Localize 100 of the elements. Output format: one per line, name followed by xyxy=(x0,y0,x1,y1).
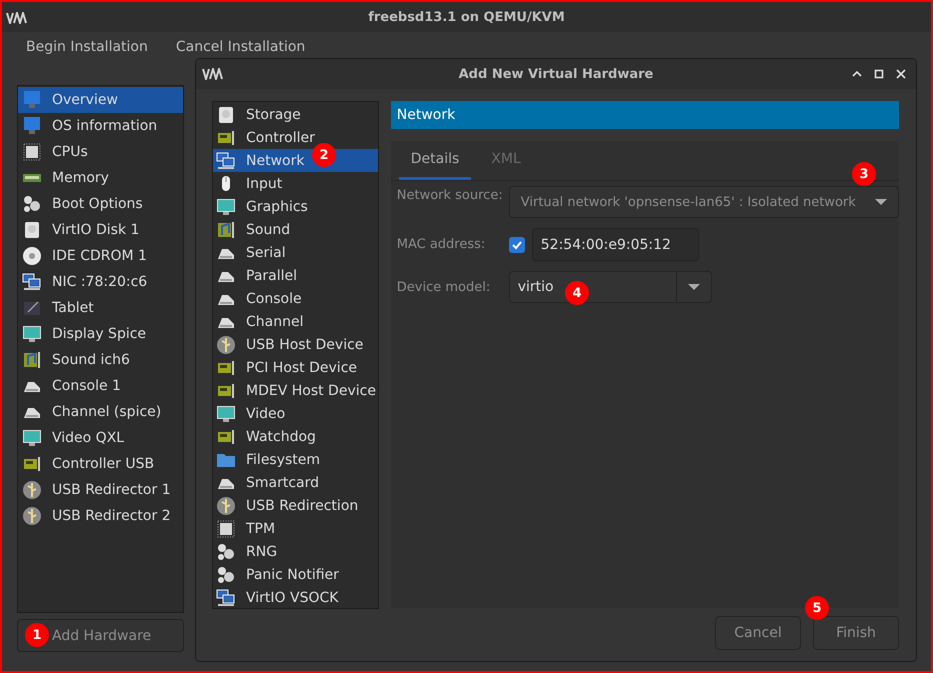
monitor-icon xyxy=(216,404,236,424)
dialog-title: Add New Virtual Hardware xyxy=(458,66,654,82)
hardware-type-label: PCI Host Device xyxy=(246,360,358,376)
hardware-type-label: Channel xyxy=(246,314,304,330)
hardware-type-label: VirtIO VSOCK xyxy=(246,590,338,606)
hardware-label: NIC :78:20:c6 xyxy=(52,274,148,290)
hardware-label: VirtIO Disk 1 xyxy=(52,222,140,238)
hardware-type-label: Serial xyxy=(246,244,286,260)
hardware-type-item[interactable]: PCI Host Device xyxy=(213,356,378,379)
hardware-type-item[interactable]: MDEV Host Device xyxy=(213,379,378,402)
hardware-list-item[interactable]: OS information xyxy=(18,113,183,139)
hardware-type-label: Parallel xyxy=(246,268,298,284)
hardware-list-item[interactable]: IDE CDROM 1 xyxy=(18,243,183,269)
hardware-label: Display Spice xyxy=(52,326,146,342)
monitor-icon xyxy=(22,116,42,136)
hardware-type-item[interactable]: Input xyxy=(213,172,378,195)
gears-icon xyxy=(216,542,236,562)
hardware-type-item[interactable]: USB Redirection xyxy=(213,494,378,517)
hardware-list-item[interactable]: CPUs xyxy=(18,139,183,165)
computers-icon xyxy=(216,150,236,170)
monitor-icon xyxy=(22,428,42,448)
hardware-type-label: Console xyxy=(246,290,302,306)
usb-icon xyxy=(216,334,236,354)
mac-address-field[interactable]: 52:54:00:e9:05:12 xyxy=(532,228,699,261)
hardware-type-item[interactable]: Sound xyxy=(213,218,378,241)
hardware-type-item[interactable]: RNG xyxy=(213,540,378,563)
usb-icon xyxy=(22,480,42,500)
hardware-type-item[interactable]: Channel xyxy=(213,310,378,333)
hardware-type-item[interactable]: Panic Notifier xyxy=(213,563,378,586)
hardware-type-label: Smartcard xyxy=(246,474,320,490)
square-icon xyxy=(873,68,885,80)
hardware-type-item[interactable]: Storage xyxy=(213,103,378,126)
hardware-list-item[interactable]: Video QXL xyxy=(18,425,183,451)
hardware-type-item[interactable]: Video xyxy=(213,402,378,425)
toolbar-button[interactable]: Cancel Installation xyxy=(164,36,318,58)
hardware-list-item[interactable]: Sound ich6 xyxy=(18,347,183,373)
hardware-list-item[interactable]: NIC :78:20:c6 xyxy=(18,269,183,295)
hardware-type-label: Watchdog xyxy=(246,428,316,444)
toolbar-button[interactable]: Begin Installation xyxy=(14,36,160,58)
hardware-type-item[interactable]: TPM xyxy=(213,517,378,540)
hardware-list-item[interactable]: Channel (spice) xyxy=(18,399,183,425)
chip-icon xyxy=(22,142,42,162)
disc-icon xyxy=(22,246,42,266)
hardware-type-label: Video xyxy=(246,406,286,422)
hardware-type-label: Input xyxy=(246,176,282,192)
hardware-list-item[interactable]: Tablet xyxy=(18,295,183,321)
hardware-list-item[interactable]: Display Spice xyxy=(18,321,183,347)
hardware-type-label: Controller xyxy=(246,130,315,146)
hardware-list-item[interactable]: USB Redirector 1 xyxy=(18,477,183,503)
monitor-icon xyxy=(22,324,42,344)
hardware-type-item[interactable]: Parallel xyxy=(213,264,378,287)
hardware-label: Video QXL xyxy=(52,430,124,446)
hardware-label: OS information xyxy=(52,118,158,134)
hardware-type-label: USB Host Device xyxy=(246,336,364,352)
hardware-type-label: Sound xyxy=(246,222,290,238)
hardware-list-item[interactable]: Controller USB xyxy=(18,451,183,477)
computers-icon xyxy=(216,588,236,608)
hardware-label: Controller USB xyxy=(52,456,154,472)
hardware-list-item[interactable]: USB Redirector 2 xyxy=(18,503,183,529)
gears-icon xyxy=(22,194,42,214)
chip-icon xyxy=(216,518,236,538)
hardware-type-label: Network xyxy=(246,152,304,168)
dialog-button[interactable]: Finish xyxy=(813,616,899,650)
hardware-type-label: Graphics xyxy=(246,198,308,214)
usb-icon xyxy=(22,506,42,526)
hardware-type-item[interactable]: Smartcard xyxy=(213,471,378,494)
hardware-type-item[interactable]: USB Host Device xyxy=(213,333,378,356)
field-label: MAC address: xyxy=(396,237,486,252)
hardware-type-item[interactable]: Watchdog xyxy=(213,425,378,448)
monitor-icon xyxy=(22,90,42,110)
hardware-list-item[interactable]: Memory xyxy=(18,165,183,191)
hardware-type-item[interactable]: Console xyxy=(213,287,378,310)
field-label: Device model: xyxy=(396,280,492,294)
hardware-type-item[interactable]: Serial xyxy=(213,241,378,264)
hardware-type-label: TPM xyxy=(246,520,276,536)
hardware-label: USB Redirector 2 xyxy=(52,508,171,524)
network-source-dropdown[interactable]: Virtual network 'opnsense-lan65' : Isolated network xyxy=(508,186,899,218)
checkbox[interactable] xyxy=(508,236,525,252)
field-label: Network source: xyxy=(396,187,504,203)
hardware-type-item[interactable]: Graphics xyxy=(213,195,378,218)
hardware-type-label: Panic Notifier xyxy=(246,566,339,582)
hardware-list-item[interactable]: Boot Options xyxy=(18,191,183,217)
gears-icon xyxy=(216,564,236,584)
hardware-label: USB Redirector 1 xyxy=(52,482,171,498)
music-note-icon xyxy=(216,220,236,240)
window-title: freebsd13.1 on QEMU/KVM xyxy=(368,10,565,24)
hardware-list-item[interactable]: Console 1 xyxy=(18,373,183,399)
hardware-label: Overview xyxy=(52,92,118,108)
hardware-type-item[interactable]: Filesystem xyxy=(213,448,378,471)
dialog-button[interactable]: Cancel xyxy=(715,616,801,650)
hardware-label: IDE CDROM 1 xyxy=(52,248,147,264)
tab[interactable]: Details xyxy=(398,141,472,180)
hardware-type-label: RNG xyxy=(246,544,278,560)
section-header: Network xyxy=(390,101,899,129)
hardware-list-item[interactable]: Overview xyxy=(18,87,183,113)
hardware-label: Tablet xyxy=(52,300,94,316)
hardware-type-item[interactable]: VirtIO VSOCK xyxy=(213,586,378,609)
hardware-list-item[interactable]: VirtIO Disk 1 xyxy=(18,217,183,243)
app-logo-icon xyxy=(6,12,28,24)
close-icon xyxy=(895,68,907,80)
